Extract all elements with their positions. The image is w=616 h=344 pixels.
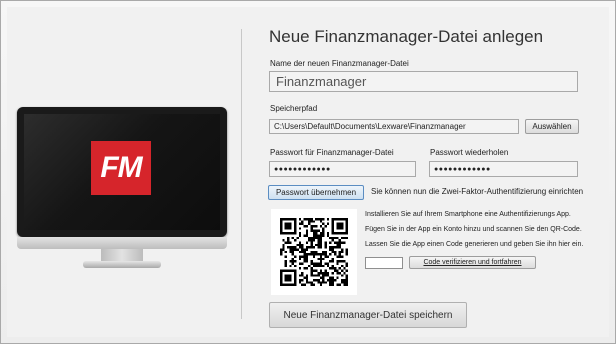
- monitor-base: [83, 261, 161, 268]
- password-repeat-label: Passwort wiederholen: [430, 148, 509, 157]
- qr-code: [271, 209, 357, 295]
- path-label: Speicherpfad: [270, 104, 318, 113]
- apply-password-button[interactable]: Passwort übernehmen: [268, 185, 364, 200]
- browse-button-label: Auswählen: [532, 122, 572, 131]
- monitor-chin: [17, 237, 227, 249]
- dialog-window: FM Neue Finanzmanager-Datei anlegen Name…: [0, 0, 616, 344]
- password-input[interactable]: ●●●●●●●●●●●●: [269, 161, 416, 177]
- verify-code-button[interactable]: Code verifizieren und fortfahren: [409, 256, 536, 269]
- name-label: Name der neuen Finanzmanager-Datei: [270, 59, 409, 68]
- qr-code-graphic: [280, 218, 348, 286]
- save-file-button-label: Neue Finanzmanager-Datei speichern: [283, 309, 453, 321]
- browse-button[interactable]: Auswählen: [525, 119, 579, 134]
- instruction-line-1: Installieren Sie auf Ihrem Smartphone ei…: [365, 211, 571, 218]
- save-file-button[interactable]: Neue Finanzmanager-Datei speichern: [269, 302, 467, 328]
- fm-logo: FM: [91, 141, 151, 195]
- instruction-line-3: Lassen Sie die App einen Code generieren…: [365, 241, 584, 248]
- instruction-line-2: Fügen Sie in der App ein Konto hinzu und…: [365, 226, 582, 233]
- password-repeat-input[interactable]: ●●●●●●●●●●●●: [429, 161, 578, 177]
- dialog-title: Neue Finanzmanager-Datei anlegen: [269, 27, 544, 46]
- divider: [241, 29, 242, 319]
- apply-password-button-label: Passwort übernehmen: [275, 188, 357, 197]
- verification-code-input[interactable]: [365, 257, 403, 269]
- verify-code-button-label: Code verifizieren und fortfahren: [423, 259, 522, 266]
- name-input[interactable]: Finanzmanager: [269, 71, 578, 92]
- password-label: Passwort für Finanzmanager-Datei: [270, 148, 394, 157]
- path-input[interactable]: C:\Users\Default\Documents\Lexware\Finan…: [269, 119, 519, 134]
- two-factor-hint: Sie können nun die Zwei-Faktor-Authentif…: [371, 187, 584, 196]
